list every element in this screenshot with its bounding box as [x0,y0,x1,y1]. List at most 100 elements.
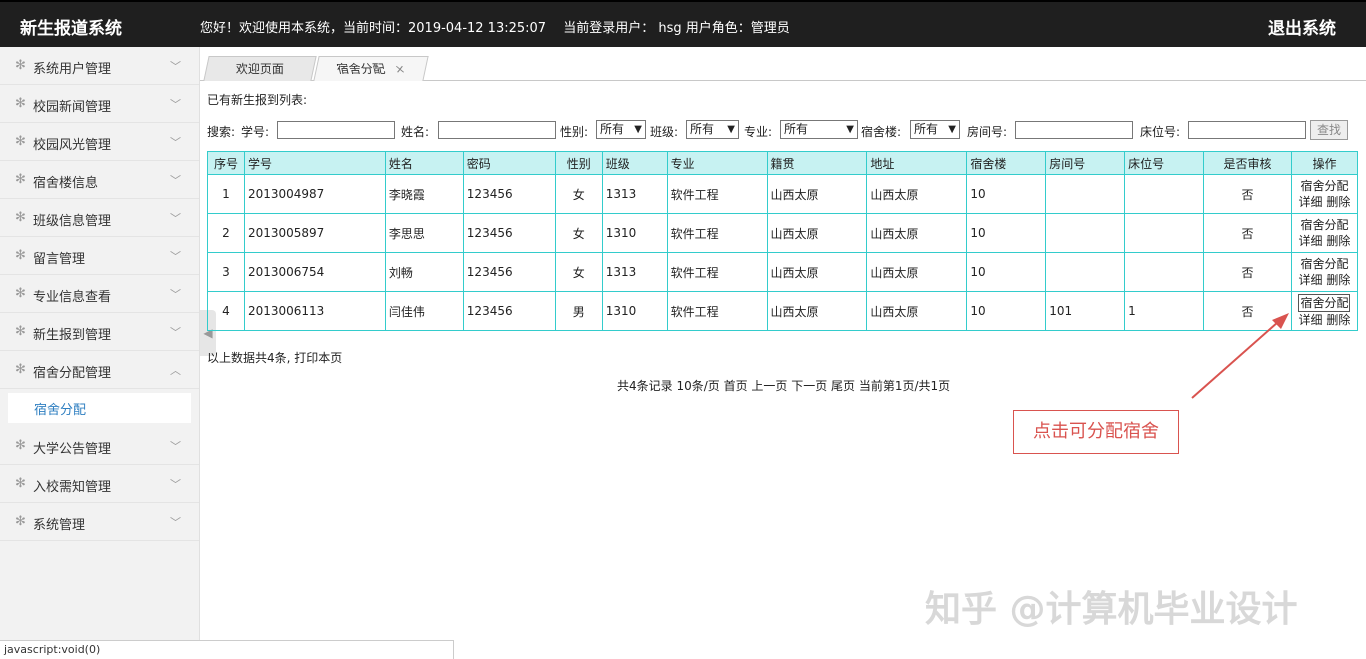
sidebar-item-system-users[interactable]: ✻ 系统用户管理 ﹀ [0,47,199,85]
sidebar-item-entry-notes[interactable]: ✻ 入校需知管理 ﹀ [0,465,199,503]
app-title: 新生报道系统 [20,19,122,39]
sidebar-item-campus-news[interactable]: ✻ 校园新闻管理 ﹀ [0,85,199,123]
cell-password: 123456 [462,291,556,331]
sidebar: ✻ 系统用户管理 ﹀ ✻ 校园新闻管理 ﹀ ✻ 校园风光管理 ﹀ ✻ 宿舍楼信息… [0,47,200,659]
delete-link[interactable]: 删除 [1326,313,1350,327]
sidebar-item-class-info[interactable]: ✻ 班级信息管理 ﹀ [0,199,199,237]
sidebar-item-dorm-assign[interactable]: ✻ 宿舍分配管理 ︿ [0,351,199,389]
sidebar-item-label: 校园新闻管理 [33,100,112,115]
room-input[interactable] [1015,121,1133,139]
chevron-down-icon: ﹀ [170,250,181,263]
chevron-down-icon: ﹀ [170,212,181,225]
sidebar-item-major-info[interactable]: ✻ 专业信息查看 ﹀ [0,275,199,313]
sidebar-item-dorm-info[interactable]: ✻ 宿舍楼信息 ﹀ [0,161,199,199]
tab-dorm-assign[interactable]: 宿舍分配 × [313,56,429,81]
assign-dorm-link[interactable]: 宿舍分配 [1300,179,1348,193]
cell-index: 2 [207,213,245,253]
sidebar-item-registration[interactable]: ✻ 新生报到管理 ﹀ [0,313,199,351]
chevron-down-icon: ﹀ [170,288,181,301]
chevron-down-icon: ﹀ [170,136,181,149]
detail-link[interactable]: 详细 [1299,195,1323,209]
cell-name: 刘畅 [384,252,464,292]
sidebar-submenu: 宿舍分配 [0,389,199,427]
tab-bar: 欢迎页面 宿舍分配 × [200,47,1366,81]
delete-link[interactable]: 删除 [1326,273,1350,287]
sidebar-item-label: 新生报到管理 [33,328,112,343]
cell-major: 软件工程 [666,291,768,331]
detail-link[interactable]: 详细 [1299,234,1323,248]
cell-reviewed: 否 [1203,291,1292,331]
cell-hometown: 山西太原 [766,291,868,331]
col-header: 床位号 [1124,151,1205,175]
gear-icon: ✻ [15,476,26,491]
sidebar-item-label: 宿舍分配管理 [33,366,112,381]
chevron-down-icon: ﹀ [170,60,181,73]
search-button[interactable]: 查找 [1310,120,1348,140]
building-select[interactable]: 所有 ▼ [910,120,960,139]
logout-button[interactable]: 退出系统 [1268,14,1336,39]
tab-welcome[interactable]: 欢迎页面 [203,56,317,81]
cell-building: 10 [966,174,1047,214]
chevron-down-icon: ﹀ [170,516,181,529]
bed-input[interactable] [1188,121,1306,139]
col-header: 是否审核 [1203,151,1292,175]
gear-icon: ✻ [15,286,26,301]
pagination[interactable]: 共4条记录 10条/页 首页 上一页 下一页 尾页 当前第1页/共1页 [617,377,950,394]
cell-password: 123456 [462,252,556,292]
building-label: 宿舍楼: [861,125,902,139]
col-header: 学号 [243,151,386,175]
dropdown-arrow-icon: ▼ [727,124,735,135]
col-header: 专业 [666,151,768,175]
close-icon[interactable]: × [392,57,407,81]
assign-dorm-link[interactable]: 宿舍分配 [1298,294,1351,312]
class-label: 班级: [650,125,679,139]
cell-hometown: 山西太原 [766,252,868,292]
delete-link[interactable]: 删除 [1326,234,1350,248]
student-table: 序号 学号 姓名 密码 性别 班级 专业 籍贯 地址 宿舍楼 房间号 床位号 是… [207,151,1359,331]
col-header: 地址 [866,151,968,175]
col-header: 操作 [1290,151,1359,175]
cell-bed: 1 [1124,291,1205,331]
major-select[interactable]: 所有 ▼ [780,120,858,139]
class-select[interactable]: 所有 ▼ [686,120,739,139]
tab-label: 宿舍分配 [335,62,387,76]
cell-name: 李思思 [384,213,464,253]
major-label: 专业: [744,125,773,139]
detail-link[interactable]: 详细 [1299,313,1323,327]
student-no-input[interactable] [277,121,395,139]
sidebar-item-label: 系统用户管理 [33,62,112,77]
name-input[interactable] [438,121,556,139]
sidebar-subitem-dorm-assign[interactable]: 宿舍分配 [8,393,191,423]
col-header: 房间号 [1045,151,1126,175]
delete-link[interactable]: 删除 [1326,195,1350,209]
sidebar-item-label: 班级信息管理 [33,214,112,229]
cell-index: 3 [207,252,245,292]
assign-dorm-link[interactable]: 宿舍分配 [1300,257,1348,271]
cell-password: 123456 [462,174,556,214]
cell-index: 4 [207,291,245,331]
sidebar-item-label: 系统管理 [33,518,86,533]
sidebar-item-label: 宿舍楼信息 [33,176,99,191]
gender-select[interactable]: 所有 ▼ [596,120,646,139]
cell-actions: 宿舍分配 详细 删除 [1290,291,1359,331]
major-select-value: 所有 [784,122,809,136]
tab-label: 欢迎页面 [235,62,284,76]
cell-student-no: 2013006754 [243,252,386,292]
cell-hometown: 山西太原 [766,213,868,253]
arrow-line [1191,321,1279,399]
cell-room [1045,213,1126,253]
chevron-down-icon: ﹀ [170,478,181,491]
sidebar-item-announcements[interactable]: ✻ 大学公告管理 ﹀ [0,427,199,465]
bed-label: 床位号: [1140,125,1181,139]
assign-dorm-link[interactable]: 宿舍分配 [1300,218,1348,232]
table-row: 4 2013006113 闫佳伟 123456 男 1310 软件工程 山西太原… [207,291,1359,331]
cell-address: 山西太原 [866,174,968,214]
summary-text: 以上数据共4条, 打印本页 [207,351,343,365]
detail-link[interactable]: 详细 [1299,273,1323,287]
cell-class: 1313 [601,174,668,214]
cell-actions: 宿舍分配 详细 删除 [1290,174,1359,214]
sidebar-item-messages[interactable]: ✻ 留言管理 ﹀ [0,237,199,275]
sidebar-item-campus-scenery[interactable]: ✻ 校园风光管理 ﹀ [0,123,199,161]
gear-icon: ✻ [15,58,26,73]
sidebar-item-system[interactable]: ✻ 系统管理 ﹀ [0,503,199,541]
